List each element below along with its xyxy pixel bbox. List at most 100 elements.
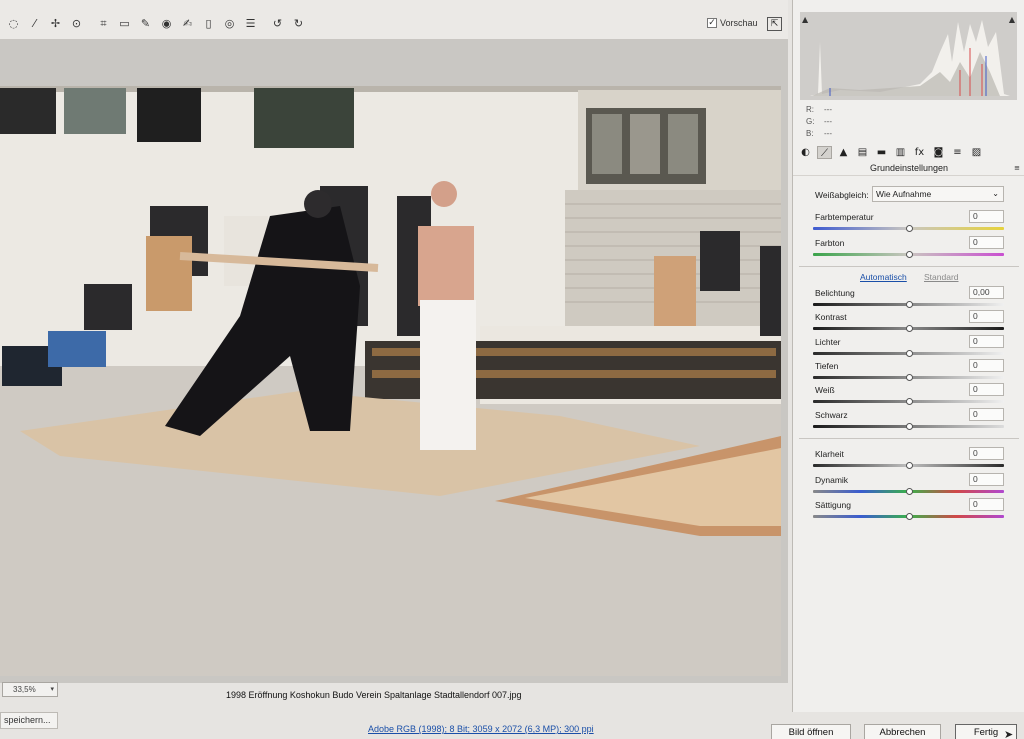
save-image-button[interactable]: speichern... xyxy=(0,712,58,729)
zoom-select[interactable]: 33,5% ▾ xyxy=(2,682,58,697)
clarity-slider-thumb[interactable] xyxy=(905,462,913,469)
red-eye-icon[interactable]: ◉ xyxy=(157,14,176,33)
snapshots-icon[interactable]: ▨ xyxy=(969,146,984,159)
rgb-row: G: --- xyxy=(806,116,842,128)
crop-icon[interactable]: ⌗ xyxy=(94,14,113,33)
tint-value-field[interactable]: 0 xyxy=(969,236,1004,249)
blacks-value-field[interactable]: 0 xyxy=(969,408,1004,421)
rgb-label: G: xyxy=(806,117,815,126)
straighten-icon[interactable]: ▭ xyxy=(115,14,134,33)
contrast-label: Kontrast xyxy=(815,312,847,322)
contrast-slider-thumb[interactable] xyxy=(905,325,913,332)
temperature-label: Farbtemperatur xyxy=(815,212,874,222)
hsl-icon[interactable]: ▤ xyxy=(855,146,870,159)
blacks-label: Schwarz xyxy=(815,410,848,420)
auto-link[interactable]: Automatisch xyxy=(860,272,907,282)
chevron-down-icon: ⌄ xyxy=(992,189,999,198)
tone-curve-icon[interactable]: ⟋ xyxy=(817,145,832,159)
section-title: Grundeinstellungen xyxy=(793,163,1024,176)
rotate-right-icon[interactable]: ↻ xyxy=(289,14,308,33)
adjustment-brush-icon[interactable]: ✍ xyxy=(178,14,197,33)
rgb-value: --- xyxy=(824,129,832,138)
clarity-label: Klarheit xyxy=(815,449,844,459)
radial-filter-icon[interactable]: ◎ xyxy=(220,14,239,33)
exposure-value-field[interactable]: 0,00 xyxy=(969,286,1004,299)
rgb-row: B: --- xyxy=(806,128,842,140)
highlights-control: Lichter 0 xyxy=(793,335,1024,361)
zoom-icon[interactable]: ◌ xyxy=(4,14,23,33)
saturation-value-field[interactable]: 0 xyxy=(969,498,1004,511)
effects-icon[interactable]: fx xyxy=(912,146,927,159)
shadows-slider-thumb[interactable] xyxy=(905,374,913,381)
whites-control: Weiß 0 xyxy=(793,383,1024,409)
whites-label: Weiß xyxy=(815,385,835,395)
split-toning-icon[interactable]: ▬ xyxy=(874,146,889,159)
exposure-control: Belichtung 0,00 xyxy=(793,286,1024,312)
spot-removal-icon[interactable]: ✎ xyxy=(136,14,155,33)
shadows-value-field[interactable]: 0 xyxy=(969,359,1004,372)
workflow-options-link[interactable]: Adobe RGB (1998); 8 Bit; 3059 x 2072 (6,… xyxy=(368,724,594,734)
white-balance-value: Wie Aufnahme xyxy=(876,189,932,199)
photo-illustration xyxy=(0,86,781,676)
vibrance-value-field[interactable]: 0 xyxy=(969,473,1004,486)
white-balance-label: Weißabgleich: xyxy=(815,190,869,200)
blacks-control: Schwarz 0 xyxy=(793,408,1024,434)
adjustments-panel: ▲ ▲ R: --- G: --- B: --- ◐ ⟋ ▲ ▤ ▬ ▥ fx ◙ ≡ ▨ Grundein… xyxy=(792,0,1024,712)
toolbar: ◌ ⁄ ✢ ⊙ ⌗ ▭ ✎ ◉ ✍ ▯ ◎ ☰ ↺ ↻ ✓ Vorschau ⇱ xyxy=(0,0,788,40)
contrast-value-field[interactable]: 0 xyxy=(969,310,1004,323)
preview-checkbox[interactable]: ✓ xyxy=(707,18,717,28)
white-balance-select[interactable]: Wie Aufnahme ⌄ xyxy=(872,186,1004,202)
blacks-slider-thumb[interactable] xyxy=(905,423,913,430)
target-adjust-icon[interactable]: ⊙ xyxy=(67,14,86,33)
highlights-slider-thumb[interactable] xyxy=(905,350,913,357)
whites-slider-thumb[interactable] xyxy=(905,398,913,405)
histogram: ▲ ▲ xyxy=(800,12,1017,100)
histogram-graph xyxy=(810,20,1010,96)
exposure-label: Belichtung xyxy=(815,288,855,298)
shadows-control: Tiefen 0 xyxy=(793,359,1024,385)
vibrance-label: Dynamik xyxy=(815,475,849,485)
color-sampler-icon[interactable]: ✢ xyxy=(46,14,65,33)
graduated-filter-icon[interactable]: ▯ xyxy=(199,14,218,33)
saturation-label: Sättigung xyxy=(815,500,851,510)
saturation-slider-thumb[interactable] xyxy=(905,513,913,520)
highlight-clipping-icon[interactable]: ▲ xyxy=(1009,15,1015,24)
preferences-list-icon[interactable]: ☰ xyxy=(241,14,260,33)
tint-label: Farbton xyxy=(815,238,845,248)
exposure-slider-thumb[interactable] xyxy=(905,301,913,308)
chevron-down-icon: ▾ xyxy=(50,685,54,693)
rotate-left-icon[interactable]: ↺ xyxy=(268,14,287,33)
rgb-row: R: --- xyxy=(806,104,842,116)
lens-corrections-icon[interactable]: ▥ xyxy=(893,146,908,159)
temperature-slider-thumb[interactable] xyxy=(905,225,913,232)
tint-slider-thumb[interactable] xyxy=(905,251,913,258)
cancel-button[interactable]: Abbrechen xyxy=(864,724,941,739)
standard-link[interactable]: Standard xyxy=(924,272,959,282)
highlights-value-field[interactable]: 0 xyxy=(969,335,1004,348)
divider xyxy=(799,266,1019,267)
eyedropper-icon[interactable]: ⁄ xyxy=(25,14,44,33)
basic-tab-icon[interactable]: ◐ xyxy=(798,146,813,159)
preview-toggle[interactable]: ✓ Vorschau xyxy=(707,18,758,28)
camera-calibration-icon[interactable]: ◙ xyxy=(931,146,946,159)
file-name: 1998 Eröffnung Koshokun Budo Verein Spal… xyxy=(226,690,522,700)
presets-icon[interactable]: ≡ xyxy=(950,146,965,159)
photo-preview xyxy=(0,86,781,676)
fullscreen-icon[interactable]: ⇱ xyxy=(767,17,782,31)
vibrance-slider-thumb[interactable] xyxy=(905,488,913,495)
detail-icon[interactable]: ▲ xyxy=(836,146,851,159)
preview-label: Vorschau xyxy=(720,18,758,28)
open-image-button[interactable]: Bild öffnen xyxy=(771,724,851,739)
rgb-value: --- xyxy=(824,117,832,126)
rgb-label: R: xyxy=(806,105,814,114)
mouse-cursor-icon: ➤ xyxy=(1004,728,1014,739)
rgb-label: B: xyxy=(806,129,814,138)
temperature-value-field[interactable]: 0 xyxy=(969,210,1004,223)
shadow-clipping-icon[interactable]: ▲ xyxy=(802,15,808,24)
panel-menu-icon[interactable]: ≡ xyxy=(1014,164,1020,172)
clarity-control: Klarheit 0 xyxy=(793,447,1024,473)
clarity-value-field[interactable]: 0 xyxy=(969,447,1004,460)
divider xyxy=(799,438,1019,439)
whites-value-field[interactable]: 0 xyxy=(969,383,1004,396)
rgb-value: --- xyxy=(824,105,832,114)
